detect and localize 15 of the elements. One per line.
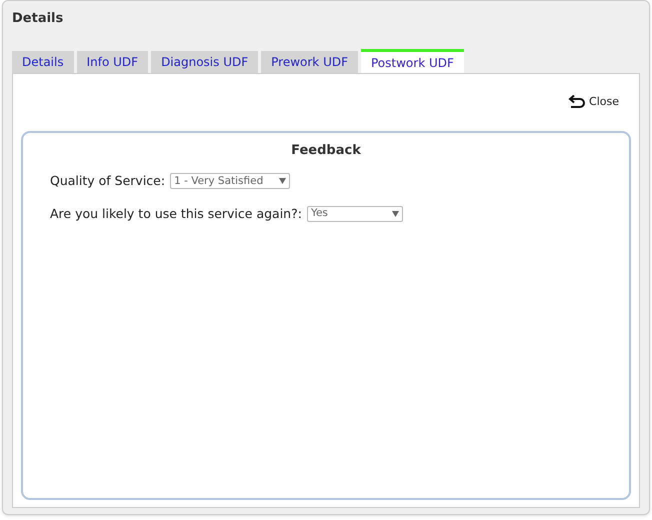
tab[interactable]: Prework UDF xyxy=(261,51,358,73)
select-field[interactable]: Yes xyxy=(306,206,403,222)
field-label: Are you likely to use this service again?: xyxy=(50,204,302,223)
dropdown-arrow-icon xyxy=(392,211,399,218)
tab[interactable]: Details xyxy=(12,51,74,73)
dropdown-arrow-icon xyxy=(279,178,286,184)
tab[interactable]: Diagnosis UDF xyxy=(151,51,258,73)
undo-arrow-icon xyxy=(568,95,586,110)
tab[interactable]: Info UDF xyxy=(76,51,148,73)
field-label: Quality of Service: xyxy=(50,172,166,190)
close-button[interactable]: Close xyxy=(568,94,619,110)
select-field[interactable]: 1 - Very Satisfied xyxy=(170,173,290,190)
section-title: Feedback xyxy=(291,142,361,160)
tab[interactable]: Postwork UDF xyxy=(361,49,464,73)
window-title: Details xyxy=(12,11,64,27)
